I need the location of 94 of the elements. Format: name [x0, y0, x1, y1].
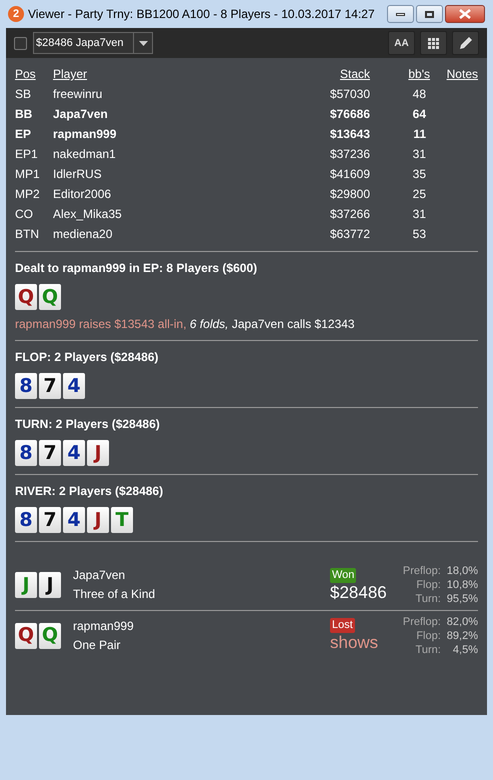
result-amount: $28486 — [330, 582, 387, 602]
window-title: Viewer - Party Trny: BB1200 A100 - 8 Players - 10.03.2017 14:27 — [28, 6, 375, 23]
table-cell: MP1 — [15, 167, 40, 181]
edit-button[interactable] — [452, 31, 479, 55]
result-amount: shows — [330, 633, 378, 653]
table-cell: $63772 — [330, 227, 370, 241]
hand-dropdown[interactable]: $28486 Japa7ven — [33, 32, 153, 54]
result-badge: Lost — [330, 618, 355, 633]
table-cell: mediena20 — [53, 227, 112, 241]
pencil-icon — [458, 36, 472, 50]
playing-card: Q — [39, 284, 61, 310]
table-cell: EP — [15, 127, 32, 141]
playing-card: Q — [15, 284, 37, 310]
playing-card: 8 — [15, 507, 37, 533]
table-cell: 35 — [412, 167, 426, 181]
odds-value: 95,5% — [446, 592, 478, 606]
odds-label: Preflop: — [402, 564, 441, 578]
close-button[interactable] — [445, 5, 485, 23]
odds-value: 10,8% — [446, 578, 478, 592]
hand-rank: One Pair — [73, 636, 122, 654]
table-cell: 64 — [412, 107, 426, 121]
player-name: Japa7ven — [73, 567, 126, 584]
minimize-button[interactable] — [387, 5, 414, 23]
table-cell: $41609 — [330, 167, 370, 181]
odds-label: Preflop: — [402, 614, 441, 628]
playing-card: J — [39, 572, 61, 598]
checkbox[interactable] — [14, 36, 27, 50]
maximize-button[interactable] — [416, 5, 443, 23]
result-badge: Won — [330, 568, 356, 582]
table-cell: 31 — [412, 147, 426, 161]
table-cell: BB — [15, 107, 32, 121]
odds-value: 82,0% — [446, 614, 478, 628]
table-cell: 31 — [412, 207, 426, 221]
table-cell: 48 — [412, 87, 426, 101]
table-cell: $13643 — [330, 127, 370, 141]
playing-card: 7 — [39, 507, 61, 533]
column-header[interactable]: Pos — [15, 67, 36, 81]
playing-card: 7 — [39, 373, 61, 399]
hand-rank: Three of a Kind — [73, 586, 156, 603]
table-cell: rapman999 — [53, 127, 116, 141]
table-cell: CO — [15, 207, 33, 221]
table-cell: $37236 — [330, 147, 370, 161]
table-cell: freewinru — [53, 87, 102, 101]
playing-card: 4 — [63, 440, 85, 466]
odds-value: 18,0% — [446, 564, 478, 578]
column-header[interactable]: Player — [53, 67, 88, 81]
table-cell: $29800 — [330, 187, 370, 201]
table-cell: MP2 — [15, 187, 40, 201]
table-cell: $57030 — [330, 87, 370, 101]
table-cell: Alex_Mika35 — [53, 207, 122, 221]
column-header[interactable]: Stack — [340, 67, 370, 81]
street-title: FLOP: 2 Players ($28486) — [15, 349, 160, 365]
column-header[interactable]: bb's — [408, 67, 430, 81]
player-name: rapman999 — [73, 618, 134, 634]
playing-card: J — [87, 507, 109, 533]
playing-card: J — [87, 440, 109, 466]
table-cell: IdlerRUS — [53, 167, 102, 181]
odds-label: Flop: — [415, 578, 441, 592]
close-icon — [459, 9, 471, 19]
table-cell: nakedman1 — [53, 147, 116, 161]
playing-card: T — [111, 507, 133, 533]
app-badge: 2 — [8, 6, 24, 22]
grid-button[interactable] — [420, 31, 447, 55]
playing-card: 4 — [63, 507, 85, 533]
odds-label: Turn: — [414, 592, 441, 606]
playing-card: J — [15, 572, 37, 598]
street-title: TURN: 2 Players ($28486) — [15, 416, 161, 432]
column-header[interactable]: Notes — [446, 67, 478, 81]
playing-card: 8 — [15, 440, 37, 466]
street-title: Dealt to rapman999 in EP: 8 Players ($600) — [15, 260, 258, 276]
caret-icon — [138, 40, 148, 46]
odds-value: 4,5% — [452, 642, 478, 656]
action-summary: rapman999 raises $13543 all-in, 6 folds, Japa7ven calls $12343 — [15, 316, 356, 332]
playing-card: 7 — [39, 440, 61, 466]
odds-value: 89,2% — [446, 628, 478, 642]
table-cell: Editor2006 — [53, 187, 112, 201]
odds-label: Flop: — [415, 628, 441, 642]
odds-label: Turn: — [414, 642, 441, 656]
table-cell: EP1 — [15, 147, 38, 161]
table-cell: $76686 — [330, 107, 370, 121]
table-cell: 25 — [412, 187, 426, 201]
table-cell: $37266 — [330, 207, 370, 221]
street-title: RIVER: 2 Players ($28486) — [15, 483, 164, 499]
font-size-button[interactable]: AA — [388, 31, 415, 55]
table-cell: 11 — [413, 127, 426, 141]
playing-card: 8 — [15, 373, 37, 399]
playing-card: Q — [39, 622, 61, 648]
table-cell: SB — [15, 87, 32, 101]
table-cell: Japa7ven — [53, 107, 108, 121]
table-cell: 53 — [412, 227, 426, 241]
grid-icon — [428, 38, 439, 48]
table-cell: BTN — [15, 227, 39, 241]
playing-card: 4 — [63, 373, 85, 399]
playing-card: Q — [15, 622, 37, 648]
